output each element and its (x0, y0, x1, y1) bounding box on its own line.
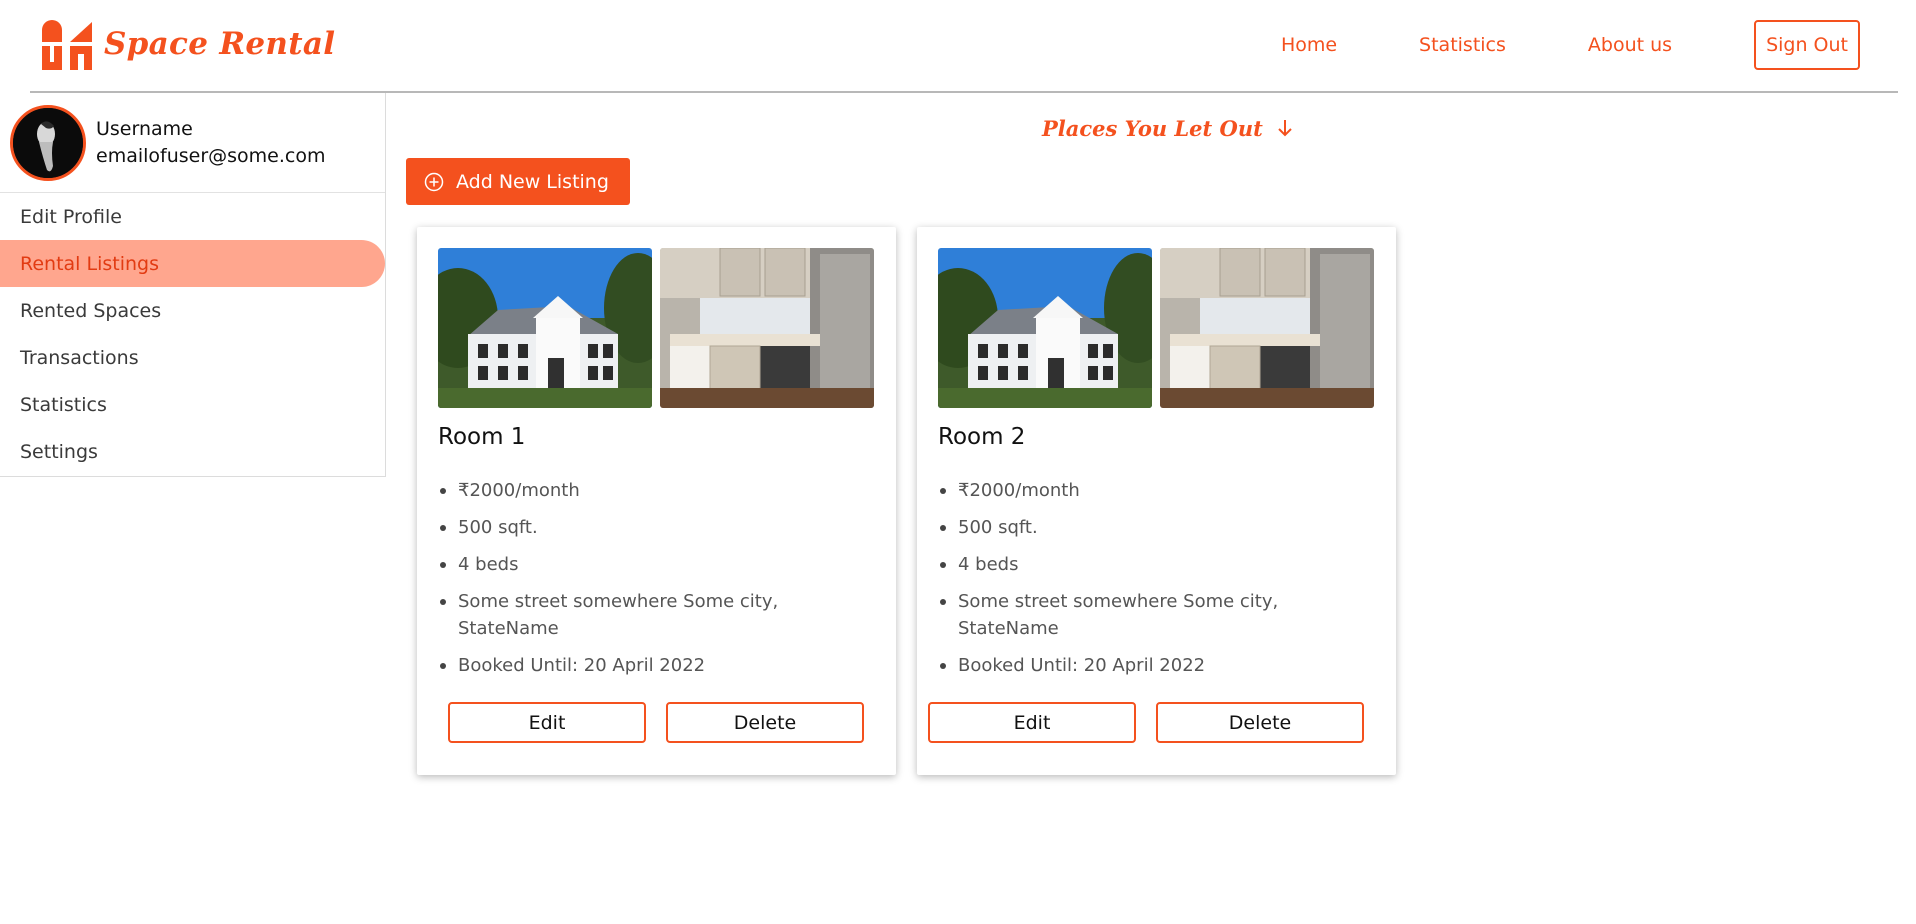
sidebar-item-transactions[interactable]: Transactions (0, 334, 385, 381)
user-email: emailofuser@some.com (96, 144, 326, 167)
delete-button[interactable]: Delete (1156, 702, 1364, 743)
plus-circle-icon (424, 172, 444, 191)
page-title-text: Places You Let Out (1042, 116, 1263, 141)
listing-booked-until: Booked Until: 20 April 2022 (938, 652, 1368, 679)
top-header: Space Rental Home Statistics About us Si… (0, 0, 1916, 92)
logo-icon (42, 20, 92, 70)
listing-actions: Edit Delete (928, 702, 1364, 743)
listing-title: Room 2 (938, 424, 1026, 450)
listing-details: ₹2000/month 500 sqft. 4 beds Some street… (438, 477, 868, 689)
sidebar-item-rental-listings[interactable]: Rental Listings (0, 240, 385, 287)
kitchen-photo[interactable] (1160, 248, 1374, 408)
sidebar-item-settings[interactable]: Settings (0, 428, 385, 475)
arrow-down-icon (1278, 120, 1292, 137)
listing-area: 500 sqft. (938, 514, 1368, 541)
brand-logo[interactable]: Space Rental (40, 18, 335, 70)
listing-actions: Edit Delete (448, 702, 864, 743)
house-exterior-photo[interactable] (938, 248, 1152, 408)
avatar[interactable] (10, 104, 86, 181)
listing-details: ₹2000/month 500 sqft. 4 beds Some street… (938, 477, 1368, 689)
sidebar-item-edit-profile[interactable]: Edit Profile (0, 193, 385, 240)
add-new-listing-button[interactable]: Add New Listing (406, 158, 630, 205)
listing-price: ₹2000/month (438, 477, 868, 504)
listing-price: ₹2000/month (938, 477, 1368, 504)
listing-booked-until: Booked Until: 20 April 2022 (438, 652, 868, 679)
avatar-silhouette-icon (13, 107, 83, 178)
house-exterior-photo[interactable] (438, 248, 652, 408)
username: Username (96, 117, 193, 140)
listing-beds: 4 beds (938, 551, 1368, 578)
listing-address: Some street somewhere Some city, StateNa… (438, 588, 868, 642)
kitchen-photo[interactable] (660, 248, 874, 408)
listing-beds: 4 beds (438, 551, 868, 578)
listing-address: Some street somewhere Some city, StateNa… (938, 588, 1368, 642)
nav-about-us[interactable]: About us (1588, 34, 1672, 56)
brand-name: Space Rental (104, 26, 336, 62)
add-new-listing-label: Add New Listing (456, 170, 609, 193)
listing-photos (438, 248, 882, 408)
sidebar-item-statistics[interactable]: Statistics (0, 381, 385, 428)
user-profile: Username emailofuser@some.com (0, 93, 385, 193)
sidebar-item-rented-spaces[interactable]: Rented Spaces (0, 287, 385, 334)
sign-out-button[interactable]: Sign Out (1754, 20, 1860, 70)
user-info: Username emailofuser@some.com (96, 116, 326, 170)
main-nav: Home Statistics About us Sign Out (1281, 20, 1860, 70)
listing-card: Room 1 ₹2000/month 500 sqft. 4 beds Some… (417, 227, 896, 775)
delete-button[interactable]: Delete (666, 702, 864, 743)
sidebar: Username emailofuser@some.com Edit Profi… (0, 93, 386, 477)
listing-photos (938, 248, 1382, 408)
nav-home[interactable]: Home (1281, 34, 1337, 56)
edit-button[interactable]: Edit (448, 702, 646, 743)
listing-card: Room 2 ₹2000/month 500 sqft. 4 beds Some… (917, 227, 1396, 775)
page-title: Places You Let Out (1042, 116, 1294, 141)
edit-button[interactable]: Edit (928, 702, 1136, 743)
listing-area: 500 sqft. (438, 514, 868, 541)
listing-title: Room 1 (438, 424, 526, 450)
nav-statistics[interactable]: Statistics (1419, 34, 1506, 56)
